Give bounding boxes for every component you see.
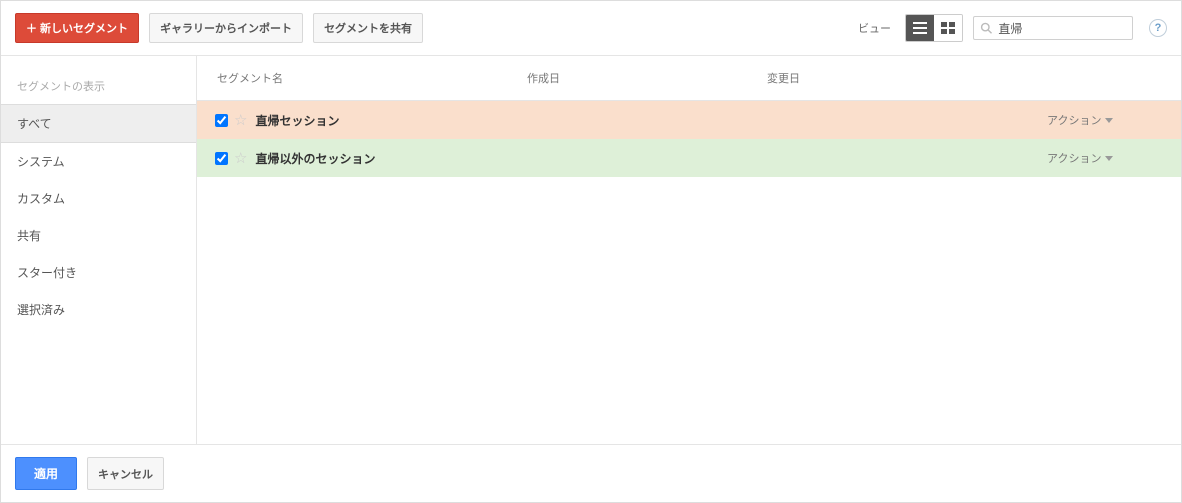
cancel-button[interactable]: キャンセル (87, 457, 164, 490)
sidebar: セグメントの表示 すべてシステムカスタム共有スター付き選択済み (1, 56, 197, 444)
view-toggle (905, 14, 963, 42)
table-header: セグメント名 作成日 変更日 (197, 56, 1181, 101)
table-row: ☆ 直帰セッション アクション (197, 101, 1181, 139)
view-label: ビュー (858, 20, 891, 36)
row-action-menu[interactable]: アクション (1047, 150, 1167, 166)
footer: 適用 キャンセル (1, 444, 1181, 502)
header-name[interactable]: セグメント名 (211, 56, 521, 100)
row-name-label: 直帰セッション (255, 112, 339, 129)
toolbar: ＋ 新しいセグメント ギャラリーからインポート セグメントを共有 ビュー (1, 1, 1181, 56)
segment-panel: ＋ 新しいセグメント ギャラリーからインポート セグメントを共有 ビュー (0, 0, 1182, 503)
row-checkbox[interactable] (215, 152, 228, 165)
share-segment-button[interactable]: セグメントを共有 (313, 13, 423, 43)
import-gallery-button[interactable]: ギャラリーからインポート (149, 13, 303, 43)
search-box[interactable] (973, 16, 1133, 40)
main-area: セグメント名 作成日 変更日 ☆直帰セッションアクション☆直帰以外のセッションア… (197, 56, 1181, 444)
sidebar-item-1[interactable]: システム (1, 143, 196, 180)
new-segment-button[interactable]: ＋ 新しいセグメント (15, 13, 139, 43)
header-created[interactable]: 作成日 (521, 56, 761, 100)
sidebar-item-2[interactable]: カスタム (1, 180, 196, 217)
header-modified[interactable]: 変更日 (761, 56, 1047, 100)
chevron-down-icon (1105, 156, 1113, 161)
help-button[interactable]: ? (1149, 19, 1167, 37)
action-label: アクション (1047, 150, 1101, 166)
view-list-button[interactable] (906, 15, 934, 41)
sidebar-item-4[interactable]: スター付き (1, 254, 196, 291)
row-checkbox[interactable] (215, 114, 228, 127)
grid-icon (941, 22, 955, 34)
search-input[interactable] (996, 20, 1126, 36)
chevron-down-icon (1105, 118, 1113, 123)
apply-button[interactable]: 適用 (15, 457, 77, 490)
search-icon (980, 21, 992, 35)
star-icon[interactable]: ☆ (234, 149, 247, 167)
view-grid-button[interactable] (934, 15, 962, 41)
table-row: ☆ 直帰以外のセッション アクション (197, 139, 1181, 177)
list-icon (913, 22, 927, 34)
sidebar-item-5[interactable]: 選択済み (1, 291, 196, 328)
action-label: アクション (1047, 112, 1101, 128)
star-icon[interactable]: ☆ (234, 111, 247, 129)
sidebar-item-3[interactable]: 共有 (1, 217, 196, 254)
sidebar-title: セグメントの表示 (1, 78, 196, 104)
row-action-menu[interactable]: アクション (1047, 112, 1167, 128)
sidebar-item-0[interactable]: すべて (1, 104, 196, 143)
row-name-label: 直帰以外のセッション (255, 150, 375, 167)
